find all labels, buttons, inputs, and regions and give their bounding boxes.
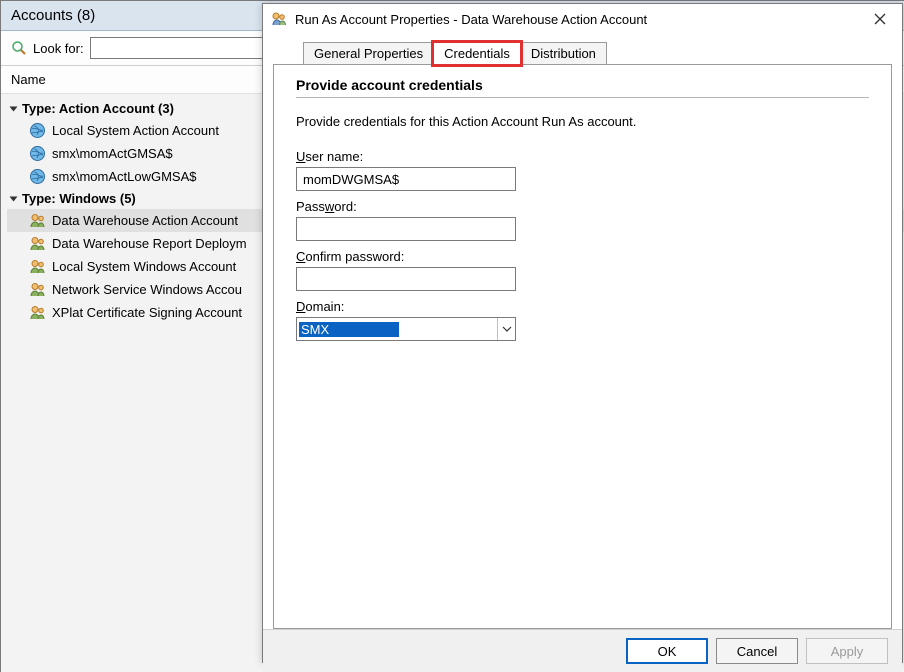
domain-combobox[interactable]: SMX [296,317,516,341]
tree-item-label: Data Warehouse Report Deploym [52,236,247,251]
tree-item-label: XPlat Certificate Signing Account [52,305,242,320]
chevron-down-icon[interactable] [497,318,515,340]
cancel-button[interactable]: Cancel [716,638,798,664]
tab-strip: General Properties Credentials Distribut… [303,40,892,64]
users-icon [29,258,46,275]
username-field[interactable] [296,167,516,191]
tab-general-properties[interactable]: General Properties [303,42,434,65]
tree-item-label: smx\momActLowGMSA$ [52,169,196,184]
tree-item-label: Local System Action Account [52,123,219,138]
lookfor-input[interactable] [90,37,277,59]
globe-icon [29,168,46,185]
ok-button[interactable]: OK [626,638,708,664]
collapse-icon [10,106,18,111]
lookfor-label: Look for: [33,41,84,56]
apply-button[interactable]: Apply [806,638,888,664]
group-label: Type: Action Account (3) [22,101,174,116]
close-button[interactable] [864,4,896,34]
globe-icon [29,122,46,139]
tree-item-label: smx\momActGMSA$ [52,146,173,161]
users-icon [29,304,46,321]
dialog-button-row: OK Cancel Apply [263,629,902,672]
search-icon [11,40,27,56]
domain-value: SMX [299,322,399,337]
tab-credentials[interactable]: Credentials [433,42,521,65]
credentials-tab-pane: Provide account credentials Provide cred… [273,64,892,629]
tab-distribution[interactable]: Distribution [520,42,607,65]
section-separator [296,97,869,98]
collapse-icon [10,196,18,201]
section-description: Provide credentials for this Action Acco… [296,114,869,129]
confirm-password-field[interactable] [296,267,516,291]
tree-item-label: Data Warehouse Action Account [52,213,238,228]
globe-icon [29,145,46,162]
domain-label: Domain: [296,299,869,314]
users-icon [29,281,46,298]
group-label: Type: Windows (5) [22,191,136,206]
users-icon [29,212,46,229]
dialog-titlebar: Run As Account Properties - Data Warehou… [263,4,902,34]
dialog-title: Run As Account Properties - Data Warehou… [295,12,647,27]
tree-item-label: Network Service Windows Accou [52,282,242,297]
confirm-password-label: Confirm password: [296,249,869,264]
users-icon [29,235,46,252]
dialog-icon [271,11,287,27]
username-label: User name: [296,149,869,164]
password-field[interactable] [296,217,516,241]
tree-item-label: Local System Windows Account [52,259,236,274]
runas-properties-dialog: Run As Account Properties - Data Warehou… [262,3,903,663]
section-title: Provide account credentials [296,77,869,93]
password-label: Password: [296,199,869,214]
